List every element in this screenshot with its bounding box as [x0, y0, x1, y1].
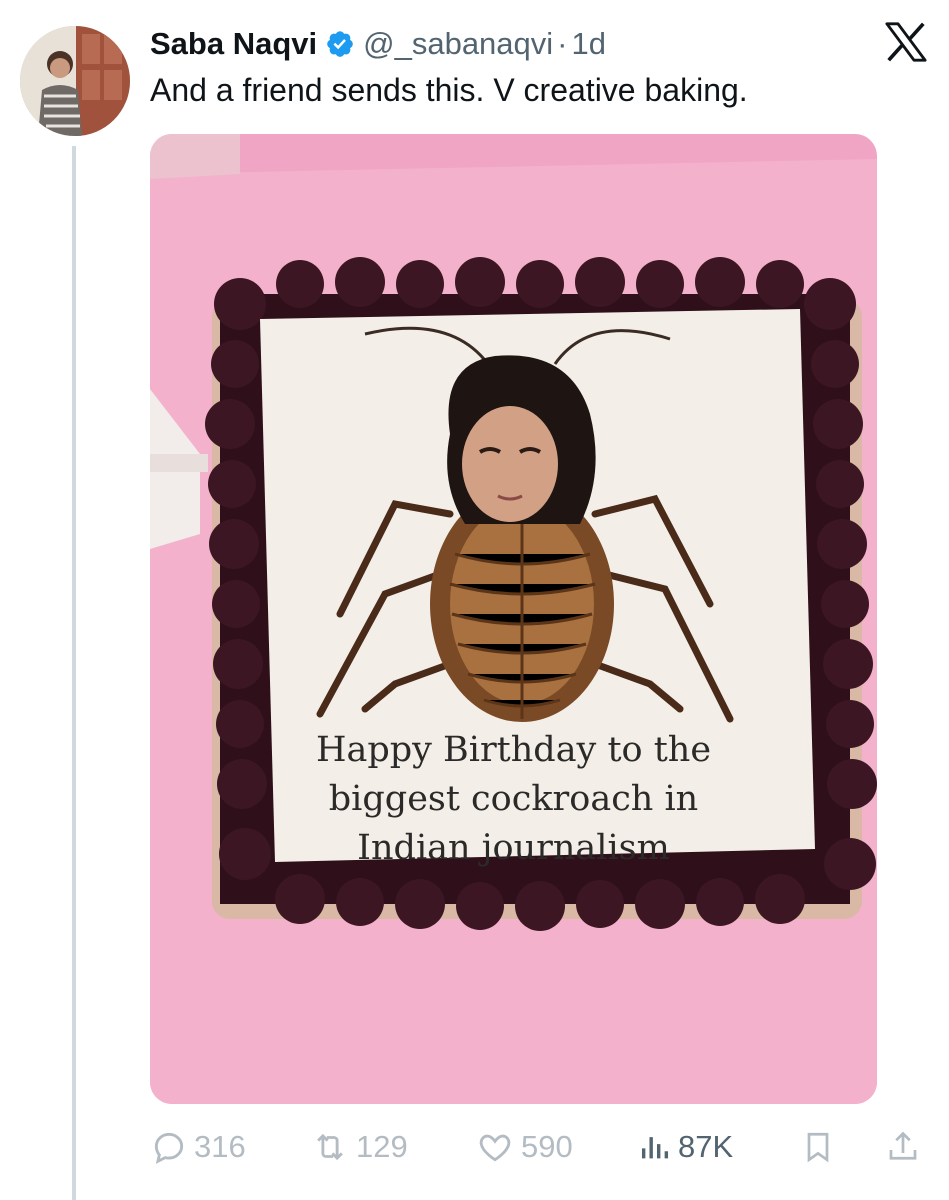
share-button[interactable] [885, 1120, 927, 1174]
views-button[interactable]: 87K [638, 1120, 733, 1174]
cake-photo [150, 134, 877, 1104]
cake-text-line-2: biggest cockroach in [328, 779, 699, 819]
cake-text-line-3: Indian journalism [357, 828, 670, 868]
bookmark-icon [807, 1132, 829, 1163]
separator-dot: · [557, 26, 568, 61]
post-timestamp[interactable]: 1d [572, 26, 606, 62]
repost-button[interactable]: 129 [310, 1120, 408, 1174]
views-count: 87K [678, 1129, 734, 1164]
author-handle[interactable]: @_sabanaqvi [363, 26, 553, 62]
like-icon [479, 1134, 511, 1162]
author-name[interactable]: Saba Naqvi [150, 26, 317, 62]
verified-badge-icon [327, 31, 353, 57]
post-text: And a friend sends this. V creative baki… [150, 72, 748, 108]
reply-button[interactable]: 316 [150, 1120, 246, 1174]
post-image[interactable]: Happy Birthday to the biggest cockroach … [150, 134, 877, 1104]
reply-count: 316 [194, 1129, 246, 1164]
like-button[interactable]: 590 [475, 1120, 573, 1174]
share-icon [889, 1131, 917, 1160]
repost-count: 129 [356, 1129, 408, 1164]
views-icon [641, 1137, 669, 1159]
cake-text-line-1: Happy Birthday to the [315, 730, 712, 770]
reply-icon [154, 1132, 184, 1164]
post-header: Saba Naqvi @_sabanaqvi · 1d [150, 22, 606, 66]
x-logo-icon [885, 22, 927, 62]
repost-icon [317, 1133, 343, 1161]
bookmark-button[interactable] [800, 1120, 842, 1174]
like-count: 590 [521, 1129, 573, 1164]
avatar[interactable] [20, 26, 130, 136]
action-bar: 316 129 590 87K [150, 1120, 930, 1174]
thread-connector-line [72, 146, 76, 1200]
